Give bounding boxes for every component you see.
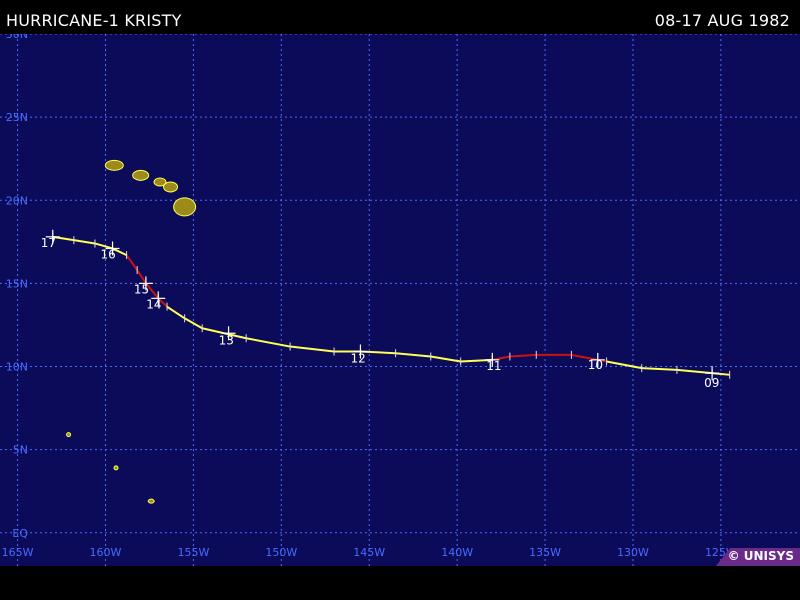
ocean-background [0,34,800,566]
credit-text: © UNISYS [727,549,794,563]
lon-tick-label: 165W [2,546,34,559]
island-shape [147,498,155,504]
day-label: 11 [486,359,501,373]
lat-tick-label: 10N [6,361,28,374]
island-shape [132,169,150,181]
day-label: 10 [588,358,603,372]
island-shape [173,197,197,217]
lat-tick-label: EQ [12,527,28,540]
lat-tick-label: 25N [6,111,28,124]
lon-tick-label: 130W [617,546,649,559]
lon-tick-label: 160W [90,546,122,559]
lat-tick-label: 20N [6,194,28,207]
island-shape [104,159,124,171]
day-label: 17 [41,236,56,250]
island-shape [66,432,72,438]
lon-tick-label: 150W [265,546,297,559]
lon-tick-label: 155W [177,546,209,559]
island-shape [163,181,179,193]
day-label: 12 [350,352,365,366]
island-shape [113,465,119,471]
date-range: 08-17 AUG 1982 [654,11,790,30]
day-label: 16 [101,247,116,261]
storm-title: HURRICANE-1 KRISTY [6,11,182,30]
lon-tick-label: 135W [529,546,561,559]
day-label: 09 [704,376,719,390]
credit-badge: © UNISYS [716,548,800,566]
day-label: 14 [146,297,161,311]
lon-tick-label: 140W [441,546,473,559]
header-bar: HURRICANE-1 KRISTY 08-17 AUG 1982 [0,0,800,34]
lon-tick-label: 145W [353,546,385,559]
lat-tick-label: 5N [13,444,28,457]
lat-tick-label: 30N [6,34,28,41]
day-label: 13 [219,333,234,347]
day-label: 15 [134,282,149,296]
track-map: 09 10 11 12 13 1415 16 17 165W 160W 155W 150W 145W 1… [0,34,800,566]
lat-tick-label: 15N [6,277,28,290]
footer-bar [0,566,800,600]
